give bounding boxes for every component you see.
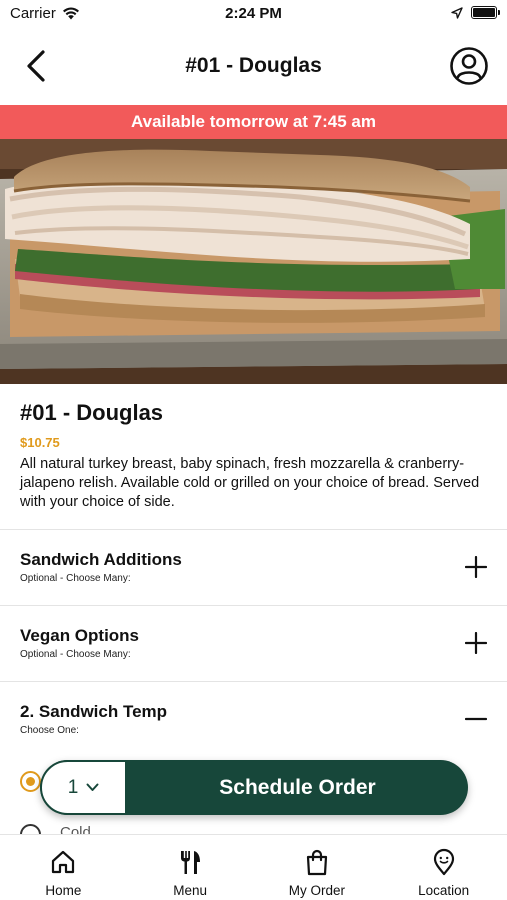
option-vegan-options[interactable]: Vegan Options Optional - Choose Many:	[0, 605, 507, 681]
home-icon	[52, 850, 75, 874]
item-photo	[0, 139, 507, 384]
status-right	[451, 6, 500, 19]
schedule-order-button[interactable]: Schedule Order	[127, 760, 468, 815]
location-arrow-icon	[451, 6, 463, 19]
tab-label: My Order	[288, 883, 345, 898]
option-title: 2. Sandwich Temp	[20, 702, 168, 721]
plus-icon[interactable]	[465, 556, 487, 578]
status-bar: Carrier 2:24 PM	[0, 0, 507, 28]
option-subtitle: Optional - Choose Many:	[20, 573, 131, 584]
tab-bar: Home Menu My Order Location	[0, 834, 507, 900]
page-title: #01 - Douglas	[185, 54, 322, 77]
quantity-value: 1	[67, 776, 79, 798]
item-info: #01 - Douglas $10.75 All natural turkey …	[20, 400, 490, 512]
profile-button[interactable]	[449, 46, 489, 86]
option-title: Vegan Options	[20, 626, 140, 645]
tab-location[interactable]: Location	[380, 835, 507, 900]
option-sandwich-temp[interactable]: 2. Sandwich Temp Choose One:	[0, 681, 507, 757]
minus-icon[interactable]	[465, 708, 487, 730]
item-price: $10.75	[20, 435, 60, 450]
location-pin-icon	[433, 848, 454, 876]
plus-icon[interactable]	[465, 632, 487, 654]
battery-icon	[471, 6, 500, 19]
chevron-down-icon	[86, 783, 99, 791]
user-circle-icon	[450, 47, 488, 85]
option-sandwich-additions[interactable]: Sandwich Additions Optional - Choose Man…	[0, 529, 507, 605]
tab-home[interactable]: Home	[0, 835, 127, 900]
option-subtitle: Optional - Choose Many:	[20, 649, 131, 660]
quantity-dropdown[interactable]: 1	[40, 760, 127, 815]
item-description: All natural turkey breast, baby spinach,…	[20, 456, 480, 510]
tab-label: Home	[45, 883, 82, 898]
tab-label: Location	[418, 883, 470, 898]
fork-knife-icon	[181, 851, 201, 874]
order-bar: 1 Schedule Order	[40, 760, 468, 815]
option-subtitle: Choose One:	[20, 725, 79, 736]
status-time: 2:24 PM	[225, 5, 282, 22]
option-title: Sandwich Additions	[20, 550, 182, 569]
radio-selected[interactable]	[20, 771, 41, 792]
tab-menu[interactable]: Menu	[127, 835, 254, 900]
nav-bar: #01 - Douglas	[0, 28, 507, 104]
tab-my-order[interactable]: My Order	[254, 835, 381, 900]
shopping-bag-icon	[306, 849, 327, 876]
availability-banner: Available tomorrow at 7:45 am	[0, 105, 507, 139]
item-name: #01 - Douglas	[20, 400, 164, 425]
tab-label: Menu	[173, 883, 208, 898]
